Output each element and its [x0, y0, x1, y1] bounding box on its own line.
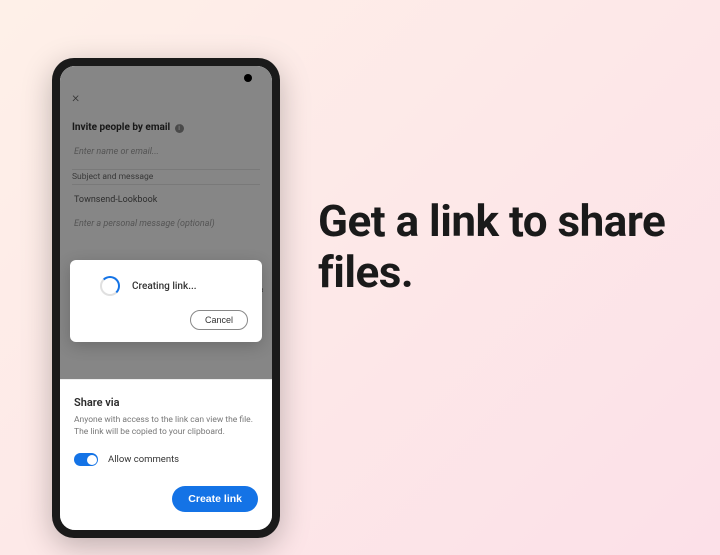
create-link-button[interactable]: Create link — [172, 486, 258, 512]
creating-link-modal: Creating link... Cancel — [70, 260, 262, 342]
spinner-icon — [100, 276, 120, 296]
phone-screen: × Invite people by email i Enter name or… — [60, 66, 272, 530]
allow-comments-label: Allow comments — [108, 454, 179, 465]
cancel-button[interactable]: Cancel — [190, 310, 248, 330]
sheet-description: Anyone with access to the link can view … — [74, 415, 258, 439]
share-via-sheet: Share via Anyone with access to the link… — [60, 379, 272, 530]
allow-comments-row[interactable]: Allow comments — [74, 453, 258, 466]
modal-status-text: Creating link... — [132, 281, 197, 292]
allow-comments-toggle[interactable] — [74, 453, 98, 466]
camera-notch — [244, 74, 252, 82]
phone-frame: × Invite people by email i Enter name or… — [52, 58, 280, 538]
marketing-headline: Get a link to share files. — [318, 196, 720, 297]
sheet-title: Share via — [74, 396, 258, 409]
